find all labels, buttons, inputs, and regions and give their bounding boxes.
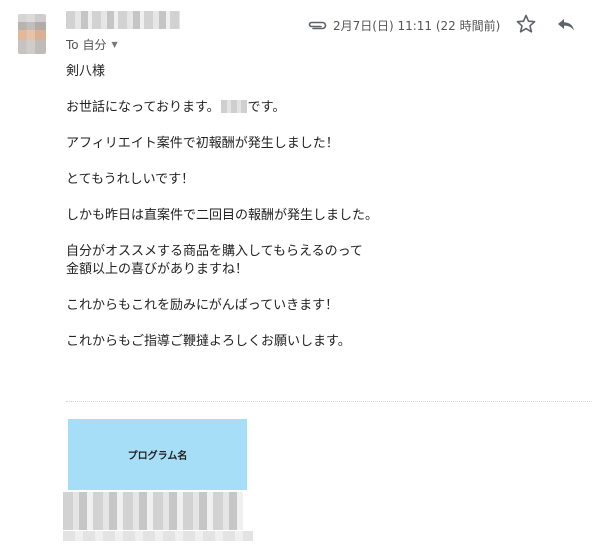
sender-name-redacted[interactable] [66,11,180,29]
body-line: これからもご指導ご鞭撻よろしくお願いします。 [66,334,351,349]
salutation: 剣八様 [66,64,106,79]
sender-avatar[interactable] [18,14,46,54]
reply-icon [558,19,574,31]
signature-divider [66,401,592,402]
message-date: 2月7日(日) 11:11 (22 時間前) [333,18,501,33]
body-line: とてもうれしいです！ [66,172,195,187]
star-button[interactable] [514,12,538,36]
recipient-label: To 自分 [66,38,107,52]
star-icon [516,14,536,33]
body-line: しかも昨日は直案件で二回目の報酬が発生しました。 [66,208,379,223]
greeting-suffix: です。 [247,100,286,115]
body-line: アフィリエイト案件で初報酬が発生しました！ [66,136,339,151]
program-banner[interactable]: プログラム名 [68,419,247,490]
greeting-text: お世話になっております。 [66,100,220,115]
redacted-footer [63,492,243,530]
greeting-line: お世話になっております。 です。 [66,99,566,117]
reply-button[interactable] [554,12,578,36]
program-name: プログラム名 [127,451,188,462]
paperclip-icon [308,21,327,30]
redacted-footer-line [63,531,253,541]
caret-down-icon: ▼ [111,40,118,49]
email-body: 剣八様 お世話になっております。 です。 アフィリエイト案件で初報酬が発生しました… [66,63,566,369]
body-line: 金額以上の喜びがありますね！ [66,262,249,277]
message-meta: 2月7日(日) 11:11 (22 時間前) [307,15,500,35]
body-line: 自分がオススメする商品を購入してもらえるのって [66,244,363,259]
body-line: これからもこれを励みにがんばっていきます！ [66,298,339,313]
body-paragraph: 自分がオススメする商品を購入してもらえるのって 金額以上の喜びがありますね！ [66,243,566,279]
recipient-details-toggle[interactable]: To 自分 ▼ [66,36,118,53]
sender-name-inline-redacted [220,100,247,113]
